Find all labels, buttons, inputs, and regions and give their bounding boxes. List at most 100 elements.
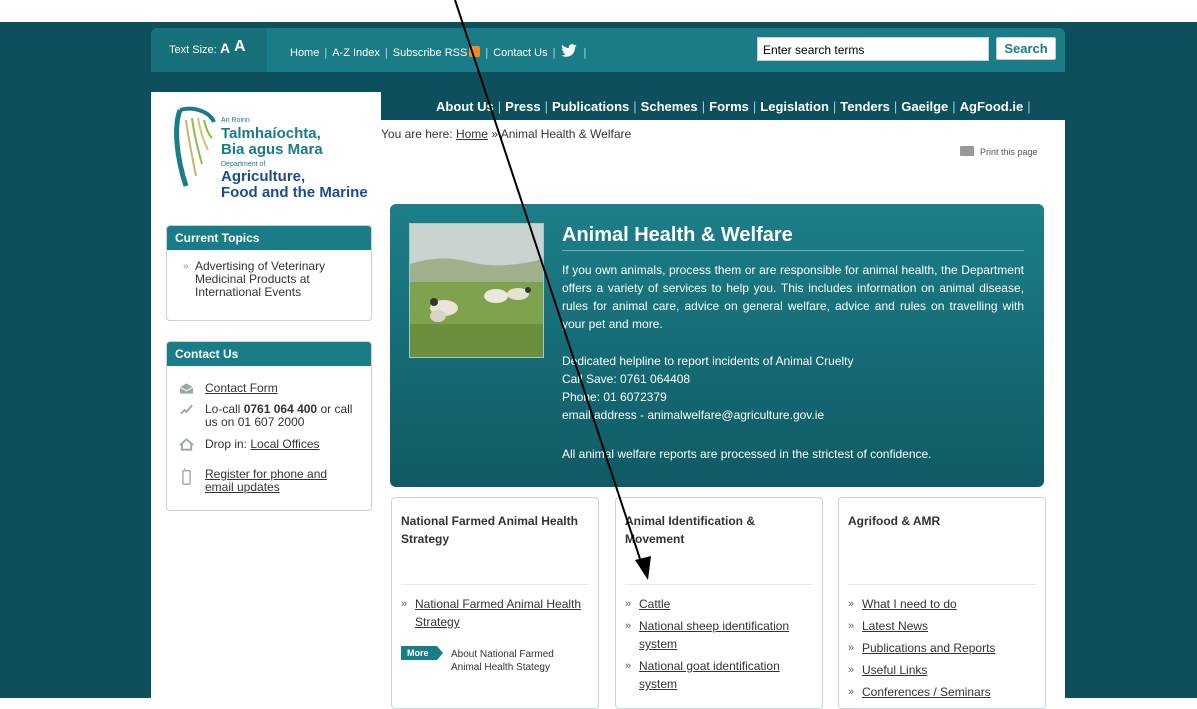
separator: | [497, 99, 502, 114]
column-divider [401, 584, 589, 585]
locall-text-2: us on 01 607 2000 [205, 415, 305, 429]
nav-gaeilge[interactable]: Gaeilge [901, 99, 948, 114]
agrifood-column: Agrifood & AMR What I need to do Latest … [838, 497, 1046, 709]
text-size-control: Text Size: A A [151, 28, 267, 72]
strategy-column: National Farmed Animal Health Strategy N… [391, 497, 599, 709]
subscribe-rss-link[interactable]: Subscribe RSS [393, 47, 468, 59]
confidence-text: All animal welfare reports are processed… [562, 447, 932, 461]
helpline-text: Dedicated helpline to report incidents o… [562, 354, 854, 368]
register-link[interactable]: Register for phone and email updates [205, 468, 327, 494]
more-text: About National Farmed Animal Health Stat… [451, 649, 554, 673]
separator: | [485, 47, 489, 59]
home-icon [179, 438, 194, 451]
list-item[interactable]: What I need to do [848, 595, 1038, 613]
separator: | [583, 47, 587, 59]
callsave-text: Call Save: 0761 064408 [562, 372, 691, 386]
department-logo[interactable]: An Roinn Talmhaíochta, Bia agus Mara Dep… [172, 104, 372, 204]
search-input[interactable]: Enter search terms [757, 37, 989, 61]
text-size-small-button[interactable]: A [220, 40, 230, 56]
sheep-photo [409, 223, 544, 358]
envelope-icon [179, 383, 194, 394]
list-item[interactable]: Cattle [625, 595, 815, 613]
identification-column: Animal Identification & Movement Cattle … [615, 497, 823, 709]
nav-about-us[interactable]: About Us [436, 99, 494, 114]
list-item[interactable]: Useful Links [848, 661, 1038, 679]
breadcrumb-home-link[interactable]: Home [456, 127, 488, 141]
email-text: email address - animalwelfare@agricultur… [562, 408, 825, 422]
home-link[interactable]: Home [290, 47, 319, 59]
separator: | [552, 47, 556, 59]
rss-icon[interactable] [469, 46, 481, 57]
separator: | [893, 99, 898, 114]
harp-logo-icon [174, 106, 216, 187]
nav-press[interactable]: Press [505, 99, 540, 114]
local-offices-link[interactable]: Local Offices [250, 437, 319, 451]
list-item[interactable]: Conferences / Seminars [848, 683, 1038, 701]
nav-publications[interactable]: Publications [552, 99, 629, 114]
list-item[interactable]: Publications and Reports [848, 639, 1038, 657]
list-item[interactable]: Latest News [848, 617, 1038, 635]
logo-text: Agriculture, [221, 168, 306, 185]
logo-text: Talmhaíochta, [221, 125, 321, 142]
logo-text: Food and the Marine [221, 184, 368, 201]
nav-agfood[interactable]: AgFood.ie [960, 99, 1024, 114]
top-margin [0, 0, 1197, 22]
list-item[interactable]: National goat identification system [625, 657, 815, 693]
twitter-icon[interactable] [560, 44, 578, 58]
nav-tenders[interactable]: Tenders [840, 99, 890, 114]
print-page-link[interactable]: Print this page [960, 146, 1038, 157]
logo-text: Bia agus Mara [221, 141, 323, 158]
nav-schemes[interactable]: Schemes [641, 99, 698, 114]
separator: | [832, 99, 837, 114]
print-label: Print this page [980, 147, 1038, 157]
phone-icon [180, 404, 193, 415]
breadcrumb-separator: » [491, 127, 499, 141]
hero-divider [562, 250, 1024, 251]
nav-forms[interactable]: Forms [709, 99, 749, 114]
separator: | [1027, 99, 1031, 114]
breadcrumb-current: Animal Health & Welfare [500, 127, 632, 141]
logo-text: Department of [221, 161, 266, 168]
hero-description: If you own animals, process them or are … [562, 263, 1024, 331]
utility-links: Home | A-Z Index | Subscribe RSS | Contact Us |… [290, 44, 591, 59]
column-divider [848, 584, 1036, 585]
separator: | [752, 99, 757, 114]
main-navigation: About Us | Press | Publications | Schemes | Form… [436, 99, 1035, 114]
printer-icon [960, 146, 974, 156]
column-divider [625, 584, 813, 585]
logo-text: An Roinn [221, 117, 250, 124]
az-index-link[interactable]: A-Z Index [332, 47, 380, 59]
utility-bar: Text Size: A A Home | A-Z Index | Subscribe … [151, 28, 1065, 72]
current-topics-box: Current Topics Advertising of Veterinary… [166, 225, 372, 321]
text-size-large-button[interactable]: A [234, 38, 246, 56]
breadcrumb-prefix: You are here: [381, 127, 453, 141]
column-links: National Farmed Animal Health Strategy [401, 595, 591, 635]
separator: | [384, 47, 388, 59]
nav-legislation[interactable]: Legislation [760, 99, 829, 114]
text-size-label: Text Size: [169, 44, 217, 56]
column-title: National Farmed Animal Health Strategy [401, 514, 578, 546]
search-button[interactable]: Search [996, 37, 1056, 60]
list-item[interactable]: National sheep identification system [625, 617, 815, 653]
list-item[interactable]: National Farmed Animal Health Strategy [401, 595, 591, 631]
breadcrumb: You are here: Home » Animal Health & Wel… [381, 127, 631, 141]
contact-title: Contact Us [167, 342, 371, 366]
separator: | [633, 99, 637, 114]
contact-us-link[interactable]: Contact Us [493, 47, 547, 59]
topic-item[interactable]: Advertising of Veterinary Medicinal Prod… [183, 260, 361, 299]
hero-title: Animal Health & Welfare [562, 224, 793, 246]
animal-health-hero: Animal Health & Welfare If you own anima… [390, 204, 1044, 487]
current-topics-title: Current Topics [167, 226, 371, 250]
more-badge[interactable]: More [401, 646, 442, 660]
separator: | [952, 99, 956, 114]
drop-in-text: Drop in: Local Offices [205, 437, 320, 451]
contact-box: Contact Us Contact Form Lo-call 0761 064… [166, 341, 372, 511]
separator: | [544, 99, 548, 114]
separator: | [701, 99, 706, 114]
column-links: Cattle National sheep identification sys… [625, 595, 815, 697]
contact-form-link[interactable]: Contact Form [205, 382, 278, 395]
column-title: Agrifood & AMR [848, 514, 941, 528]
phone-text: Phone: 01 6072379 [562, 390, 667, 404]
column-title: Animal Identification & Movement [625, 514, 756, 546]
mobile-phone-icon [182, 468, 191, 485]
